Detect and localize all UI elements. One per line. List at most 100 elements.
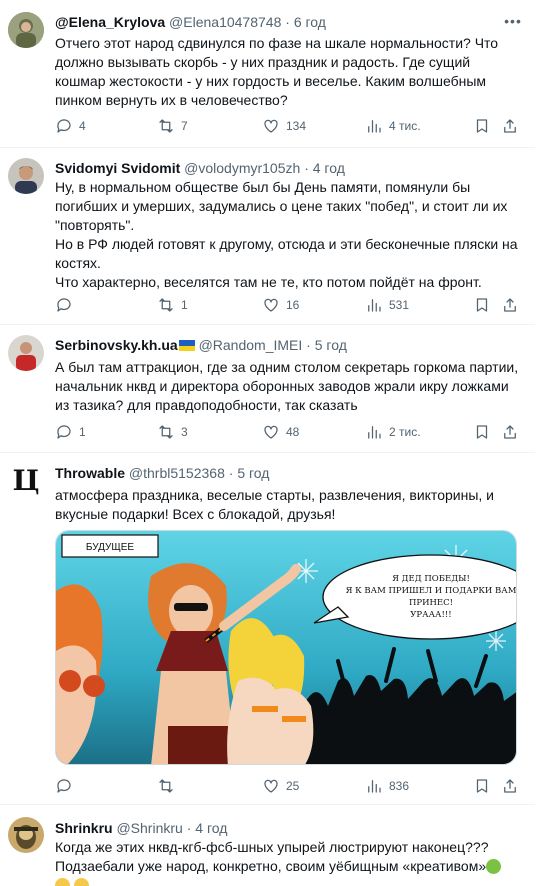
ellipsis-icon[interactable]: ••• <box>503 14 523 34</box>
reply-button[interactable] <box>55 295 79 315</box>
bookmark-button[interactable] <box>473 422 491 442</box>
bookmark-button[interactable] <box>473 295 491 315</box>
repost-count: 1 <box>181 298 188 312</box>
tweet-actions: 4 7 134 4 тис. <box>55 116 525 136</box>
avatar[interactable] <box>8 335 44 371</box>
avatar[interactable] <box>8 817 44 853</box>
views-icon <box>368 120 381 133</box>
reply-count: 1 <box>79 425 86 439</box>
tweet-text-line: Что характерно, веселятся там не те, кто… <box>55 274 482 290</box>
display-name[interactable]: Svidomyi Svidomit <box>55 160 180 176</box>
tweet-text-line: пинком вернуть их в человечество? <box>55 92 288 108</box>
like-button[interactable]: 16 <box>262 295 299 315</box>
tweet-text: Когда же этих нквд-кгб-фсб-шных упырей л… <box>55 838 525 886</box>
handle[interactable]: @Shrinkru <box>116 820 182 836</box>
tweet-text: А был там аттракцион, где за одним столо… <box>55 358 525 415</box>
share-button[interactable] <box>501 116 519 136</box>
ukraine-flag-icon <box>178 340 195 351</box>
tweet[interactable]: Shrinkru @Shrinkru · 4 год Когда же этих… <box>0 805 535 886</box>
avatar[interactable]: Ц <box>8 463 44 499</box>
share-icon <box>504 298 516 312</box>
reply-icon <box>57 298 71 312</box>
reply-icon <box>57 119 71 133</box>
share-button[interactable] <box>501 422 519 442</box>
share-icon <box>504 119 516 133</box>
share-button[interactable] <box>501 295 519 315</box>
repost-button[interactable] <box>157 776 181 796</box>
separator: · <box>285 14 290 30</box>
display-name[interactable]: Throwable <box>55 465 125 481</box>
timestamp[interactable]: 4 год <box>313 160 345 176</box>
like-count: 25 <box>286 779 300 793</box>
tweet[interactable]: Serbinovsky.kh.ua @Random_IMEI · 5 год А… <box>0 325 535 453</box>
share-button[interactable] <box>501 776 519 796</box>
like-button[interactable]: 48 <box>262 422 299 442</box>
tweet-image[interactable]: БУДУЩЕЕ Я ДЕД ПОБЕДЫ! Я К ВАМ ПРИШЕЛ И П… <box>55 530 517 765</box>
timestamp[interactable]: 5 год <box>315 337 347 353</box>
separator: · <box>304 160 309 176</box>
tweet-text-line: вкусные подарки! Всех с блокадой, друзья… <box>55 506 336 522</box>
handle[interactable]: @volodymyr105zh <box>184 160 300 176</box>
tweet[interactable]: @Elena_Krylova @Elena10478748 · 6 год ••… <box>0 0 535 148</box>
heart-icon <box>264 298 278 312</box>
handle[interactable]: @Elena10478748 <box>169 14 281 30</box>
tweet-text-line: "повторять". <box>55 217 135 233</box>
avatar[interactable] <box>8 12 44 48</box>
like-count: 134 <box>286 119 307 133</box>
reply-button[interactable] <box>55 776 79 796</box>
timestamp[interactable]: 5 год <box>237 465 269 481</box>
tweet-text-line: А был там аттракцион, где за одним столо… <box>55 359 519 375</box>
heart-icon <box>264 119 278 133</box>
tweet-text-line: начальник нквд и директора оборонных зав… <box>55 378 509 394</box>
handle[interactable]: @Random_IMEI <box>199 337 303 353</box>
speech-line: Я К ВАМ ПРИШЕЛ И ПОДАРКИ ВАМ <box>346 586 517 596</box>
views-button[interactable]: 2 тис. <box>365 422 421 442</box>
tweet-text: атмосфера праздника, веселые старты, раз… <box>55 486 525 524</box>
display-name[interactable]: @Elena_Krylova <box>55 14 165 30</box>
views-button[interactable]: 4 тис. <box>365 116 421 136</box>
views-icon <box>368 780 381 793</box>
nauseated-face-icon <box>486 859 502 874</box>
tweet-text-line: должно вызывать скорбь - у них праздник … <box>55 54 471 70</box>
reply-button[interactable]: 4 <box>55 116 86 136</box>
reply-button[interactable]: 1 <box>55 422 86 442</box>
handle[interactable]: @thrbl5152368 <box>129 465 225 481</box>
heart-icon <box>264 425 278 439</box>
tweet-text: Отчего этот народ сдвинулся по фазе на ш… <box>55 34 525 110</box>
view-count: 531 <box>389 298 410 312</box>
views-icon <box>368 426 381 439</box>
avatar[interactable] <box>8 158 44 194</box>
display-name[interactable]: Shrinkru <box>55 820 113 836</box>
views-button[interactable]: 836 <box>365 776 409 796</box>
tweet-text: Ну, в нормальном обществе был бы День па… <box>55 178 525 292</box>
bookmark-icon <box>476 298 488 312</box>
tweet-text-line: Ну, в нормальном обществе был бы День па… <box>55 179 471 195</box>
tweet-actions: 1 16 531 <box>55 295 525 315</box>
bookmark-button[interactable] <box>473 116 491 136</box>
separator: · <box>186 820 192 836</box>
tweet-header: Throwable @thrbl5152368 · 5 год <box>55 464 495 482</box>
bookmark-icon <box>476 119 488 133</box>
separator: · <box>228 465 234 481</box>
reply-icon <box>57 779 71 793</box>
repost-button[interactable]: 1 <box>157 295 188 315</box>
repost-button[interactable]: 7 <box>157 116 188 136</box>
tweet-header: Shrinkru @Shrinkru · 4 год <box>55 819 495 837</box>
speech-line: Я ДЕД ПОБЕДЫ! <box>392 574 470 584</box>
heart-icon <box>264 779 278 793</box>
repost-button[interactable]: 3 <box>157 422 188 442</box>
tweet[interactable]: Svidomyi Svidomit @volodymyr105zh · 4 го… <box>0 148 535 325</box>
tweet-actions: 25 836 <box>55 776 525 796</box>
repost-count: 7 <box>181 119 188 133</box>
like-button[interactable]: 25 <box>262 776 299 796</box>
cartoon-illustration: БУДУЩЕЕ Я ДЕД ПОБЕДЫ! Я К ВАМ ПРИШЕЛ И П… <box>56 531 517 764</box>
views-button[interactable]: 531 <box>365 295 409 315</box>
timestamp[interactable]: 6 год <box>294 14 326 30</box>
timestamp[interactable]: 4 год <box>195 820 227 836</box>
view-count: 836 <box>389 779 410 793</box>
bookmark-button[interactable] <box>473 776 491 796</box>
avatar-image <box>8 158 44 194</box>
like-button[interactable]: 134 <box>262 116 306 136</box>
tired-face-icon <box>73 878 89 886</box>
display-name[interactable]: Serbinovsky.kh.ua <box>55 337 178 353</box>
